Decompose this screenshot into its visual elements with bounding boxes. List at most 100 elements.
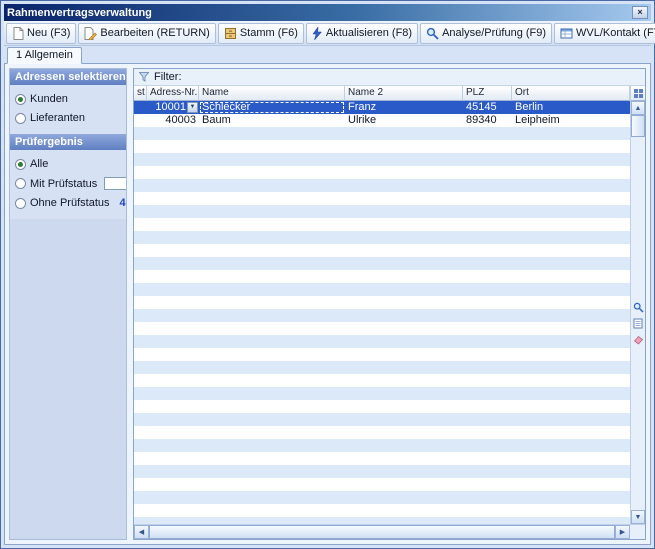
table-row-empty[interactable] [134, 179, 630, 192]
table-cell [134, 218, 147, 231]
contact-button[interactable]: WVL/Kontakt (F7) [554, 23, 655, 44]
refresh-button[interactable]: Aktualisieren (F8) [306, 23, 418, 44]
close-button[interactable]: × [632, 6, 648, 19]
filter-icon[interactable] [138, 71, 150, 83]
table-cell [147, 491, 199, 504]
table-row-empty[interactable] [134, 283, 630, 296]
table-cell [463, 283, 512, 296]
table-cell [512, 309, 630, 322]
table-row[interactable]: 10001 ▼ Schlecker Franz 45145 Berlin [134, 101, 630, 114]
titlebar[interactable]: Rahmenvertragsverwaltung × [4, 4, 651, 21]
scroll-up-button[interactable]: ▲ [631, 101, 645, 115]
table-row-empty[interactable] [134, 465, 630, 478]
radio-lieferanten[interactable]: Lieferanten [15, 112, 121, 124]
search-button[interactable] [632, 302, 644, 314]
table-cell [463, 179, 512, 192]
new-button[interactable]: Neu (F3) [6, 23, 76, 44]
tab-allgemein[interactable]: 1 Allgemein [7, 47, 82, 64]
table-cell [463, 387, 512, 400]
table-cell [345, 452, 463, 465]
table-cell [512, 283, 630, 296]
scroll-left-button[interactable]: ◀ [134, 525, 149, 539]
table-row-empty[interactable] [134, 244, 630, 257]
vertical-scrollbar[interactable]: ▲ ▼ [630, 86, 645, 524]
col-header-st[interactable]: st [134, 86, 147, 101]
table-cell [199, 127, 345, 140]
table-cell [463, 413, 512, 426]
table: st Adress-Nr. Name Name 2 PLZ Ort 10001 … [134, 86, 630, 524]
radio-kunden[interactable]: Kunden [15, 93, 121, 105]
table-cell [199, 140, 345, 153]
edit-button-label: Bearbeiten (RETURN) [100, 27, 209, 39]
table-row-empty[interactable] [134, 218, 630, 231]
col-header-plz[interactable]: PLZ [463, 86, 512, 101]
table-cell [512, 296, 630, 309]
pruefstatus-input[interactable] [104, 177, 127, 190]
table-row-empty[interactable] [134, 491, 630, 504]
column-options-button[interactable] [631, 86, 645, 101]
table-row-empty[interactable] [134, 413, 630, 426]
table-row-empty[interactable] [134, 387, 630, 400]
col-header-name[interactable]: Name [199, 86, 345, 101]
scroll-down-button[interactable]: ▼ [631, 510, 645, 524]
table-row-empty[interactable] [134, 257, 630, 270]
col-header-adress-nr[interactable]: Adress-Nr. [147, 86, 199, 101]
tab-bar: 1 Allgemein [4, 46, 651, 63]
table-row-empty[interactable] [134, 140, 630, 153]
table-row-empty[interactable] [134, 192, 630, 205]
table-cell [345, 231, 463, 244]
goto-record-button[interactable] [632, 318, 644, 330]
table-cell [512, 270, 630, 283]
radio-alle[interactable]: Alle [15, 158, 121, 170]
table-row-empty[interactable] [134, 270, 630, 283]
table-row-empty[interactable] [134, 322, 630, 335]
dropdown-button[interactable]: ▼ [187, 102, 198, 113]
scroll-right-button[interactable]: ▶ [615, 525, 630, 539]
table-row[interactable]: 40003 Baum Ulrike 89340 Leipheim [134, 114, 630, 127]
table-row-empty[interactable] [134, 335, 630, 348]
table-row-empty[interactable] [134, 296, 630, 309]
table-row-empty[interactable] [134, 374, 630, 387]
table-cell [134, 504, 147, 517]
table-cell [147, 452, 199, 465]
table-row-empty[interactable] [134, 309, 630, 322]
table-row-empty[interactable] [134, 166, 630, 179]
table-row-empty[interactable] [134, 361, 630, 374]
table-cell [345, 296, 463, 309]
edit-button[interactable]: Bearbeiten (RETURN) [78, 23, 215, 44]
master-data-button-label: Stamm (F6) [240, 27, 298, 39]
table-row-empty[interactable] [134, 439, 630, 452]
scrollbar-track[interactable] [631, 137, 645, 300]
col-header-name2[interactable]: Name 2 [345, 86, 463, 101]
table-cell [199, 192, 345, 205]
table-row-empty[interactable] [134, 452, 630, 465]
radio-mit-pruefstatus[interactable]: Mit Prüfstatus [15, 177, 121, 190]
table-row-empty[interactable] [134, 348, 630, 361]
scrollbar-track[interactable] [631, 348, 645, 511]
vertical-scrollbar-thumb[interactable] [631, 115, 645, 137]
table-cell [463, 465, 512, 478]
table-row-empty[interactable] [134, 426, 630, 439]
analysis-button[interactable]: Analyse/Prüfung (F9) [420, 23, 552, 44]
radio-ohne-pruefstatus[interactable]: Ohne Prüfstatus 4 [15, 197, 121, 209]
clear-filter-button[interactable] [632, 334, 644, 346]
horizontal-scrollbar-thumb[interactable] [149, 525, 615, 539]
col-header-ort[interactable]: Ort [512, 86, 630, 101]
adress-nr-value: 10001 [155, 101, 186, 114]
table-cell [345, 192, 463, 205]
table-row-empty[interactable] [134, 504, 630, 517]
table-row-empty[interactable] [134, 517, 630, 524]
table-row-empty[interactable] [134, 231, 630, 244]
table-cell [512, 127, 630, 140]
table-row-empty[interactable] [134, 205, 630, 218]
table-row-empty[interactable] [134, 127, 630, 140]
table-row-empty[interactable] [134, 400, 630, 413]
table-row-empty[interactable] [134, 153, 630, 166]
table-row-empty[interactable] [134, 478, 630, 491]
sidebar-filler [10, 219, 126, 539]
table-cell [147, 153, 199, 166]
table-cell [463, 335, 512, 348]
horizontal-scrollbar[interactable]: ◀ ▶ [134, 524, 645, 539]
table-cell [147, 413, 199, 426]
master-data-button[interactable]: Stamm (F6) [218, 23, 304, 44]
